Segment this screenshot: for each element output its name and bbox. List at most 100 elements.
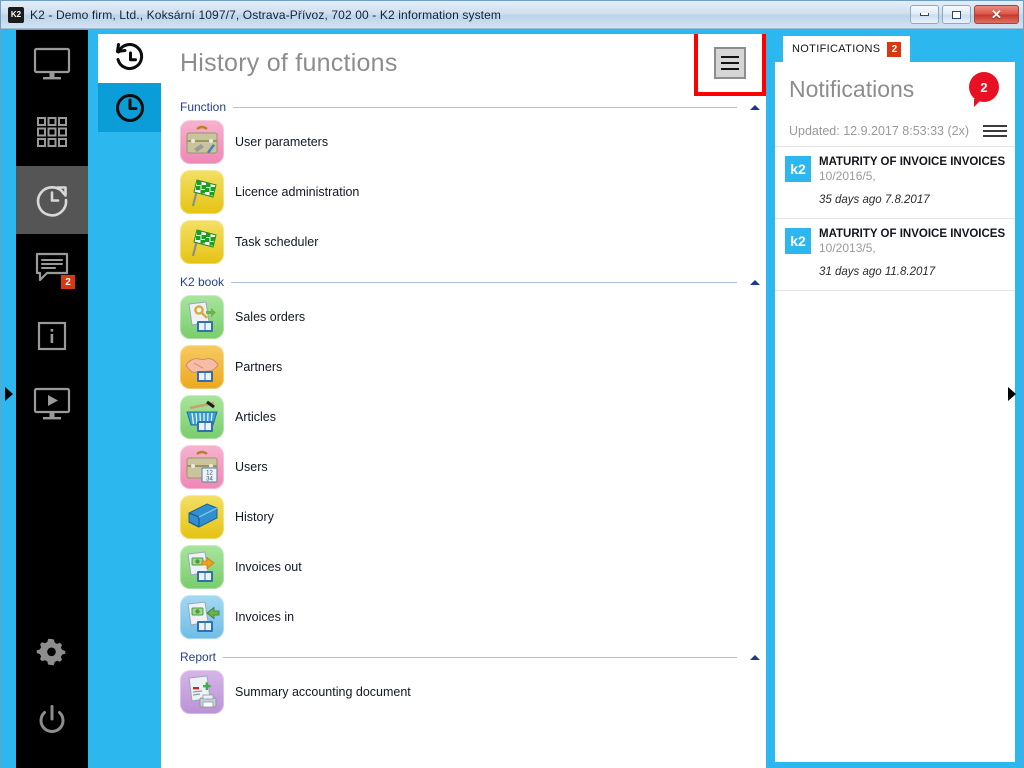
notification-reference: 10/2013/5, xyxy=(819,241,876,255)
collapse-right-panel-arrow[interactable] xyxy=(1008,387,1018,401)
section-header-function: Function xyxy=(161,92,766,117)
sidebar-item-settings[interactable] xyxy=(16,618,88,686)
briefcase-tools-icon xyxy=(180,120,224,164)
list-item[interactable]: k2 MATURITY OF INVOICE INVOICES O... 10/… xyxy=(775,218,1015,290)
tab-recent-clock[interactable] xyxy=(98,83,161,132)
info-icon xyxy=(37,321,67,351)
list-item-label: Partners xyxy=(235,360,283,374)
sidebar-item-apps[interactable] xyxy=(16,98,88,166)
section-label: Report xyxy=(180,650,217,664)
rail-bottom-group xyxy=(16,618,88,768)
notifications-list-end-divider xyxy=(775,290,1015,291)
tab-history-of-functions[interactable] xyxy=(98,34,161,83)
section-collapse-report[interactable] xyxy=(744,654,766,660)
notifications-tab-label: NOTIFICATIONS xyxy=(792,43,881,55)
section-collapse-k2-book[interactable] xyxy=(744,279,766,285)
list-item[interactable]: Articles xyxy=(161,392,766,442)
notifications-strip: NOTIFICATIONS 2 Notifications 2 Updated:… xyxy=(767,30,1023,768)
section-header-report: Report xyxy=(161,642,766,667)
handshake-book-icon xyxy=(180,345,224,389)
notifications-updated-row: Updated: 12.9.2017 8:53:33 (2x) xyxy=(775,116,1015,146)
section-collapse-function[interactable] xyxy=(744,104,766,110)
chevron-up-icon xyxy=(750,279,760,285)
sidebar-item-info[interactable] xyxy=(16,302,88,370)
list-item[interactable]: 12 34 Users xyxy=(161,442,766,492)
list-item[interactable]: History xyxy=(161,492,766,542)
list-item-label: Invoices out xyxy=(235,560,302,574)
list-item[interactable]: Licence administration xyxy=(161,167,766,217)
list-item[interactable]: Invoices out xyxy=(161,542,766,592)
video-screen-icon xyxy=(33,387,71,420)
notification-age: 31 days ago 11.8.2017 xyxy=(819,266,936,278)
document-printer-icon xyxy=(180,670,224,714)
section-divider xyxy=(223,656,737,658)
monitor-icon xyxy=(33,47,71,80)
rail-top-group: 2 xyxy=(16,30,88,438)
page-title: History of functions xyxy=(180,48,398,77)
notification-row: k2 MATURITY OF INVOICE INVOICES O... 10/… xyxy=(785,228,1005,255)
list-item-label: Invoices in xyxy=(235,610,295,624)
k2-app-icon-text: K2 xyxy=(10,9,22,19)
notifications-tab-badge: 2 xyxy=(887,41,902,57)
section-divider xyxy=(233,106,737,108)
maximize-button[interactable] xyxy=(942,5,971,24)
history-clock-icon xyxy=(36,186,68,217)
sidebar-item-media[interactable] xyxy=(16,370,88,438)
window-controls: ✕ xyxy=(910,5,1019,24)
sidebar-item-history[interactable] xyxy=(16,166,88,234)
tab-notifications[interactable]: NOTIFICATIONS 2 xyxy=(783,36,911,62)
list-item-label: History xyxy=(235,510,274,524)
triangle-right-icon xyxy=(1008,387,1016,401)
notification-subject: MATURITY OF INVOICE INVOICES O... xyxy=(819,228,1005,240)
checkered-flag-icon xyxy=(180,220,224,264)
section-divider xyxy=(231,281,737,283)
notifications-menu-icon[interactable] xyxy=(983,125,1007,137)
document-key-book-icon xyxy=(180,295,224,339)
notification-texts: MATURITY OF INVOICE INVOICES O... 10/201… xyxy=(819,156,1005,183)
list-item-label: Articles xyxy=(235,410,276,424)
briefcase-numbers-icon: 12 34 xyxy=(180,445,224,489)
notifications-title: Notifications xyxy=(789,75,915,102)
expand-left-panel-arrow[interactable] xyxy=(4,387,14,401)
title-bar: K2 K2 - Demo firm, Ltd., Koksární 1097/7… xyxy=(1,1,1023,29)
window-title: K2 - Demo firm, Ltd., Koksární 1097/7, O… xyxy=(30,7,502,22)
sidebar-item-power[interactable] xyxy=(16,686,88,754)
sidebar-item-messages[interactable]: 2 xyxy=(16,234,88,302)
list-item-label: Users xyxy=(235,460,268,474)
notifications-count-badge: 2 xyxy=(969,72,999,107)
minimize-button[interactable] xyxy=(910,5,939,24)
list-item[interactable]: Sales orders xyxy=(161,292,766,342)
chevron-up-icon xyxy=(750,654,760,660)
list-item-label: Licence administration xyxy=(235,185,360,199)
list-item[interactable]: Invoices in xyxy=(161,592,766,642)
k2-avatar-icon: k2 xyxy=(785,228,811,254)
k2-app-icon: K2 xyxy=(8,6,24,23)
invoice-in-book-icon xyxy=(180,595,224,639)
section-label: Function xyxy=(180,100,227,114)
shopping-basket-book-icon xyxy=(180,395,224,439)
blue-book-icon xyxy=(180,495,224,539)
functions-scroll-area[interactable]: Function User parameters Licence adminis… xyxy=(161,92,766,768)
messages-badge: 2 xyxy=(61,275,75,289)
notification-age: 35 days ago 7.8.2017 xyxy=(819,194,930,206)
close-icon: ✕ xyxy=(991,7,1002,22)
k2-application-window: K2 K2 - Demo firm, Ltd., Koksární 1097/7… xyxy=(0,0,1024,768)
notification-row: k2 MATURITY OF INVOICE INVOICES O... 10/… xyxy=(785,156,1005,183)
list-item[interactable]: k2 MATURITY OF INVOICE INVOICES O... 10/… xyxy=(775,146,1015,218)
close-button[interactable]: ✕ xyxy=(974,5,1019,24)
list-item[interactable]: Summary accounting document xyxy=(161,667,766,717)
list-item[interactable]: Task scheduler xyxy=(161,217,766,267)
sidebar-item-desktop[interactable] xyxy=(16,30,88,98)
svg-text:34: 34 xyxy=(206,477,213,483)
hamburger-menu-button[interactable] xyxy=(694,34,766,96)
grid-apps-icon xyxy=(37,117,67,147)
list-item-label: Sales orders xyxy=(235,310,306,324)
list-item[interactable]: User parameters xyxy=(161,117,766,167)
section-label: K2 book xyxy=(180,275,225,289)
notification-texts: MATURITY OF INVOICE INVOICES O... 10/201… xyxy=(819,228,1005,255)
checkered-flag-icon xyxy=(180,170,224,214)
chevron-up-icon xyxy=(750,104,760,110)
left-navigation-rail: 2 xyxy=(16,30,88,768)
list-item[interactable]: Partners xyxy=(161,342,766,392)
content-header: History of functions xyxy=(161,34,766,96)
